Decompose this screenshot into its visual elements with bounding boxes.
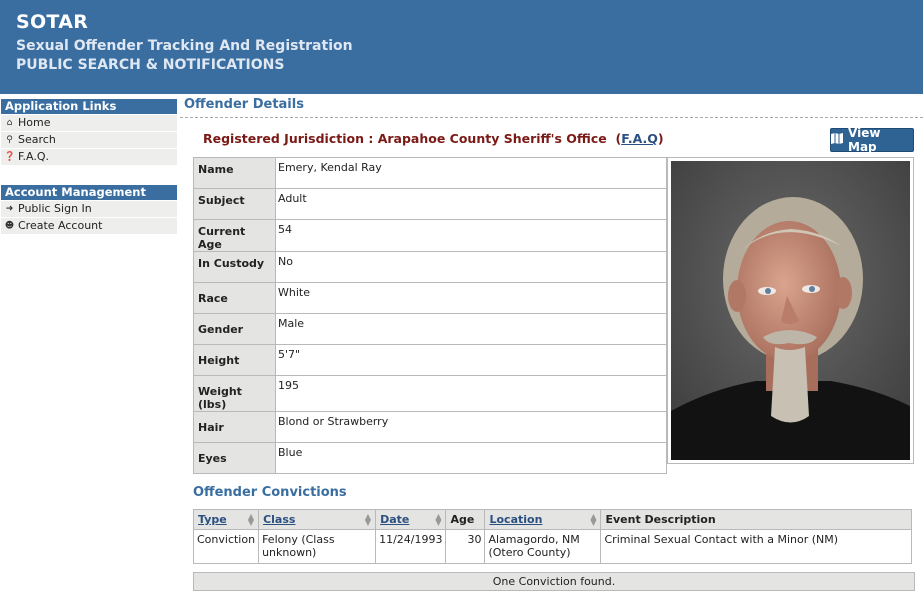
detail-label: Eyes xyxy=(193,442,276,474)
table-header-row: Type ▲ ▼ Class ▲ ▼ Date ▲ ▼ Age Location ▲ ▼… xyxy=(192,509,912,530)
app-subtitle-2: PUBLIC SEARCH & NOTIFICATIONS xyxy=(16,57,285,73)
detail-label: In Custody xyxy=(193,251,276,283)
detail-row-subject: Subject Adult xyxy=(193,188,667,220)
column-header-location[interactable]: Location ▲ ▼ xyxy=(484,509,602,530)
cell-location: Alamagordo, NM (Otero County) xyxy=(484,529,602,564)
faq-close-paren: ) xyxy=(657,131,664,146)
app-header: SOTAR Sexual Offender Tracking And Regis… xyxy=(0,0,923,94)
sort-icon: ▲ ▼ xyxy=(590,512,597,527)
detail-row-hair: Hair Blond or Strawberry xyxy=(193,411,667,443)
sort-icon: ▲ ▼ xyxy=(435,512,442,527)
sign-in-icon: ➜ xyxy=(5,204,14,214)
column-header-age: Age xyxy=(445,509,486,530)
cell-age: 30 xyxy=(445,529,486,564)
convictions-title: Offender Convictions xyxy=(193,485,347,500)
detail-value: Adult xyxy=(275,188,667,220)
detail-label: Name xyxy=(193,157,276,189)
convictions-table: Type ▲ ▼ Class ▲ ▼ Date ▲ ▼ Age Location ▲ ▼… xyxy=(192,509,912,564)
sidebar-item-create-account[interactable]: ☻ Create Account xyxy=(1,218,177,234)
sidebar-item-search[interactable]: ⚲ Search xyxy=(1,132,177,148)
offender-photo-image xyxy=(671,161,910,460)
offender-details-table: Name Emery, Kendal Ray Subject Adult Cur… xyxy=(193,157,667,474)
add-user-icon: ☻ xyxy=(4,221,15,231)
detail-value: Male xyxy=(275,313,667,345)
cell-location-line2: (Otero County) xyxy=(488,546,571,559)
column-header-class[interactable]: Class ▲ ▼ xyxy=(258,509,377,530)
cell-class-line2: unknown) xyxy=(262,546,317,559)
view-map-button[interactable]: View Map xyxy=(830,126,914,154)
app-subtitle: Sexual Offender Tracking And Registratio… xyxy=(16,38,353,54)
sidebar-item-label: Public Sign In xyxy=(18,202,92,215)
app-title: SOTAR xyxy=(16,11,89,33)
sort-icon: ▲ ▼ xyxy=(247,512,255,527)
detail-label: Subject xyxy=(193,188,276,220)
question-icon: ❓ xyxy=(4,152,16,162)
sort-icon: ▲ ▼ xyxy=(364,512,372,527)
detail-label: Gender xyxy=(193,313,276,345)
sidebar-item-label: F.A.Q. xyxy=(18,150,50,163)
column-header-date[interactable]: Date ▲ ▼ xyxy=(375,509,447,530)
detail-row-height: Height 5'7" xyxy=(193,344,667,376)
divider xyxy=(180,117,923,118)
jurisdiction-heading: Registered Jurisdiction : Arapahoe Count… xyxy=(203,131,664,146)
detail-value: 5'7" xyxy=(275,344,667,376)
offender-photo xyxy=(667,157,914,464)
cell-class-line1: Felony (Class xyxy=(262,533,335,546)
detail-value: 54 xyxy=(275,219,667,252)
sidebar-item-label: Home xyxy=(18,116,51,129)
detail-row-name: Name Emery, Kendal Ray xyxy=(193,157,667,189)
account-management-heading: Account Management xyxy=(1,185,177,200)
column-header-type[interactable]: Type ▲ ▼ xyxy=(192,509,260,530)
column-header-description: Event Description xyxy=(600,509,912,530)
search-icon: ⚲ xyxy=(6,135,13,145)
cell-location-line1: Alamagordo, NM xyxy=(488,533,580,546)
detail-value: Emery, Kendal Ray xyxy=(275,157,667,189)
faq-link[interactable]: F.A.Q xyxy=(621,131,658,146)
jurisdiction-text: Registered Jurisdiction : Arapahoe Count… xyxy=(203,131,607,146)
sort-link-class[interactable]: Class xyxy=(263,513,295,526)
sidebar-item-label: Search xyxy=(18,133,56,146)
table-row: Conviction Felony (Class unknown) 11/24/… xyxy=(192,529,912,564)
detail-label: Hair xyxy=(193,411,276,443)
home-icon: ⌂ xyxy=(6,118,13,128)
cell-description: Criminal Sexual Contact with a Minor (NM… xyxy=(600,529,912,564)
detail-row-race: Race White xyxy=(193,282,667,314)
sort-link-location[interactable]: Location xyxy=(489,513,542,526)
map-icon xyxy=(831,133,843,147)
detail-value: 195 xyxy=(275,375,667,412)
detail-row-eyes: Eyes Blue xyxy=(193,442,667,474)
sort-link-date[interactable]: Date xyxy=(380,513,409,526)
detail-label: Height xyxy=(193,344,276,376)
detail-value: Blue xyxy=(275,442,667,474)
sidebar: Application Links ⌂ Home ⚲ Search ❓ F.A.… xyxy=(1,99,177,234)
page-title: Offender Details xyxy=(184,97,304,112)
detail-label: Current Age xyxy=(193,219,276,252)
detail-label: Weight (lbs) xyxy=(193,375,276,412)
sort-link-type[interactable]: Type xyxy=(198,513,227,526)
detail-row-weight: Weight (lbs) 195 xyxy=(193,375,667,412)
detail-value: No xyxy=(275,251,667,283)
sidebar-item-public-sign-in[interactable]: ➜ Public Sign In xyxy=(1,201,177,217)
sidebar-item-label: Create Account xyxy=(18,219,103,232)
cell-date: 11/24/1993 xyxy=(375,529,447,564)
detail-row-in-custody: In Custody No xyxy=(193,251,667,283)
detail-row-gender: Gender Male xyxy=(193,313,667,345)
detail-value: White xyxy=(275,282,667,314)
sidebar-item-home[interactable]: ⌂ Home xyxy=(1,115,177,131)
detail-row-current-age: Current Age 54 xyxy=(193,219,667,252)
detail-label: Race xyxy=(193,282,276,314)
application-links-heading: Application Links xyxy=(1,99,177,114)
sidebar-item-faq[interactable]: ❓ F.A.Q. xyxy=(1,149,177,165)
cell-class: Felony (Class unknown) xyxy=(258,529,377,564)
cell-type: Conviction xyxy=(192,529,260,564)
detail-value: Blond or Strawberry xyxy=(275,411,667,443)
view-map-label: View Map xyxy=(848,126,881,154)
convictions-count-footer: One Conviction found. xyxy=(193,572,915,591)
